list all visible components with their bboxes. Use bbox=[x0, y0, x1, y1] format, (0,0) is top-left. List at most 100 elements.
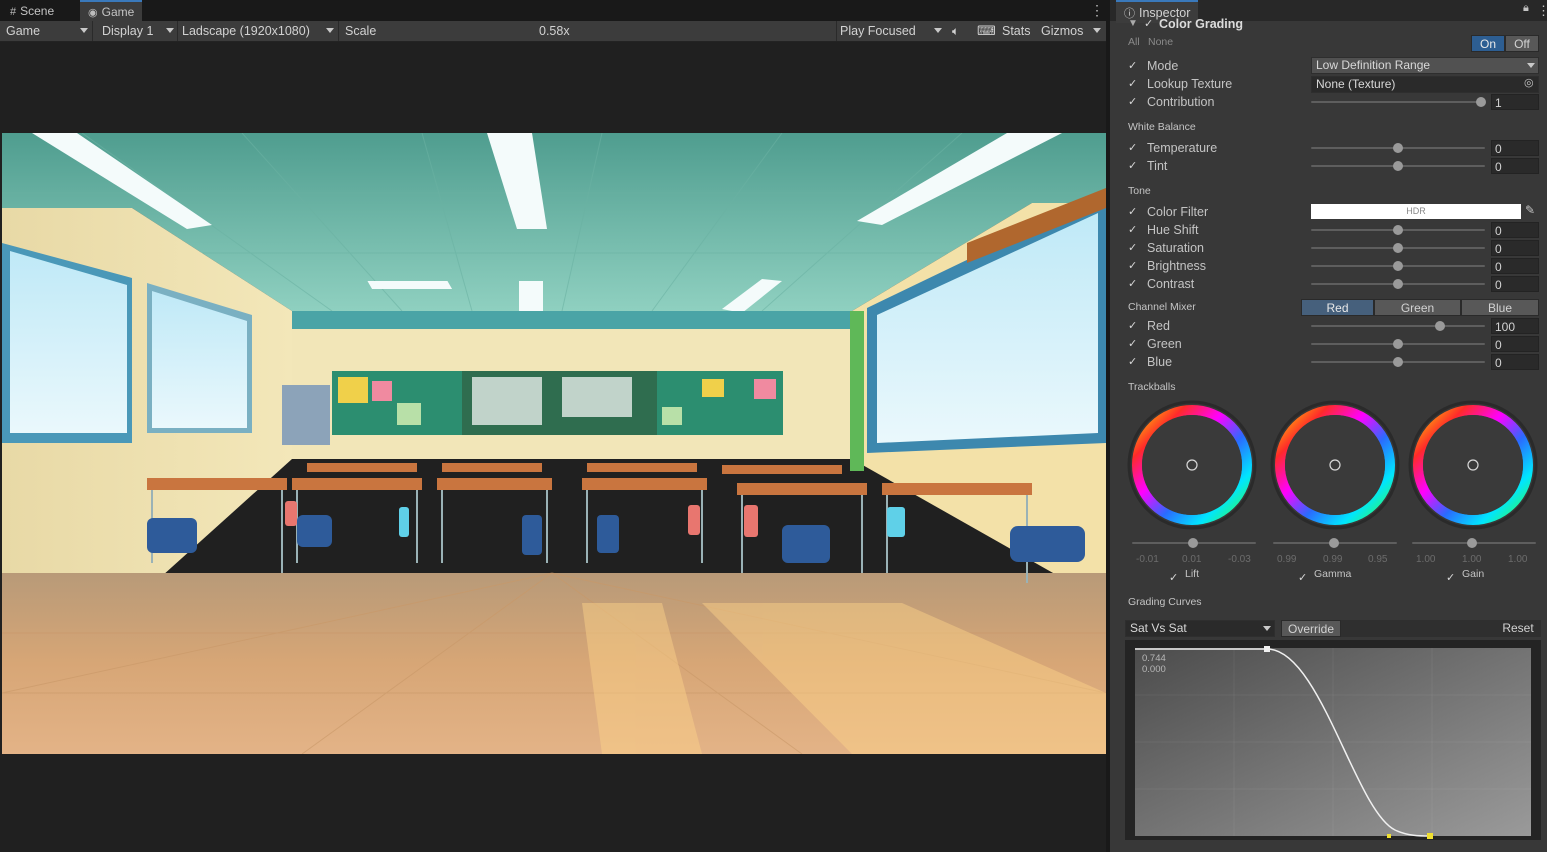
hue-shift-checkbox[interactable]: ✓ bbox=[1128, 225, 1138, 236]
hue-shift-slider-handle[interactable] bbox=[1393, 225, 1403, 235]
section-white-balance: White Balance bbox=[1128, 121, 1196, 133]
mode-dropdown[interactable]: Low Definition Range bbox=[1311, 57, 1539, 74]
trackball-wheels[interactable] bbox=[1125, 397, 1545, 537]
mixer-red-checkbox[interactable]: ✓ bbox=[1128, 321, 1138, 332]
section-grading-curves: Grading Curves bbox=[1128, 596, 1202, 608]
lock-icon[interactable]: 🔒︎ bbox=[1523, 2, 1529, 15]
temperature-slider-handle[interactable] bbox=[1393, 143, 1403, 153]
contribution-slider[interactable] bbox=[1311, 101, 1485, 103]
mixer-green-slider-handle[interactable] bbox=[1393, 339, 1403, 349]
gain-checkbox[interactable]: ✓ bbox=[1446, 573, 1456, 584]
channel-tab-blue[interactable]: Blue bbox=[1461, 299, 1539, 316]
chevron-down-icon bbox=[934, 28, 942, 33]
lift-checkbox[interactable]: ✓ bbox=[1169, 573, 1179, 584]
contribution-checkbox[interactable]: ✓ bbox=[1128, 97, 1138, 108]
channel-tab-red[interactable]: Red bbox=[1301, 299, 1374, 316]
lift-slider-handle[interactable] bbox=[1188, 538, 1198, 548]
mixer-blue-slider-handle[interactable] bbox=[1393, 357, 1403, 367]
gain-slider-handle[interactable] bbox=[1467, 538, 1477, 548]
channel-tab-green[interactable]: Green bbox=[1374, 299, 1461, 316]
lookup-texture-field[interactable]: None (Texture) bbox=[1311, 76, 1539, 93]
foldout-arrow-icon[interactable]: ▼ bbox=[1128, 18, 1138, 29]
curve-readout-x: 0.744 bbox=[1142, 653, 1166, 664]
gamma-checkbox[interactable]: ✓ bbox=[1298, 573, 1308, 584]
divider bbox=[92, 21, 93, 41]
mixer-green-checkbox[interactable]: ✓ bbox=[1128, 339, 1138, 350]
editor-tab-bar: # Scene ◉ Game ⋮ bbox=[0, 0, 1106, 21]
gain-trackball[interactable] bbox=[1408, 400, 1538, 530]
brightness-slider-handle[interactable] bbox=[1393, 261, 1403, 271]
lift-value-r: -0.01 bbox=[1136, 554, 1159, 565]
resolution-dropdown[interactable]: Ladscape (1920x1080) bbox=[182, 21, 310, 41]
contrast-value[interactable]: 0 bbox=[1491, 276, 1539, 292]
contrast-checkbox[interactable]: ✓ bbox=[1128, 279, 1138, 290]
scene-grid-icon: # bbox=[10, 6, 17, 18]
chevron-down-icon bbox=[166, 28, 174, 33]
kebab-menu-icon[interactable]: ⋮ bbox=[1537, 3, 1547, 19]
saturation-slider-handle[interactable] bbox=[1393, 243, 1403, 253]
tab-scene[interactable]: # Scene bbox=[2, 1, 62, 21]
tint-value[interactable]: 0 bbox=[1491, 158, 1539, 174]
game-render-classroom bbox=[2, 133, 1106, 754]
color-filter-label: Color Filter bbox=[1147, 205, 1209, 219]
mixer-blue-checkbox[interactable]: ✓ bbox=[1128, 357, 1138, 368]
mixer-red-value[interactable]: 100 bbox=[1491, 318, 1539, 334]
contribution-value[interactable]: 1 bbox=[1491, 94, 1539, 110]
select-all-link[interactable]: All bbox=[1128, 36, 1140, 48]
mixer-red-slider[interactable] bbox=[1311, 325, 1485, 327]
curve-select-dropdown[interactable]: Sat Vs Sat bbox=[1125, 620, 1275, 637]
curve-toolbar-spacer bbox=[1341, 620, 1501, 637]
saturation-value[interactable]: 0 bbox=[1491, 240, 1539, 256]
lookup-checkbox[interactable]: ✓ bbox=[1128, 79, 1138, 90]
lift-trackball[interactable] bbox=[1127, 400, 1257, 530]
section-trackballs: Trackballs bbox=[1128, 381, 1176, 393]
speaker-icon[interactable]: 🔈︎ bbox=[952, 21, 959, 41]
gamma-value-g: 0.99 bbox=[1323, 554, 1343, 565]
target-icon[interactable]: ◎ bbox=[1524, 76, 1534, 89]
tint-label: Tint bbox=[1147, 159, 1168, 173]
hue-shift-value[interactable]: 0 bbox=[1491, 222, 1539, 238]
gain-label: Gain bbox=[1462, 568, 1485, 580]
play-mode-dropdown[interactable]: Play Focused bbox=[840, 21, 916, 41]
keyboard-icon[interactable]: ⌨︎ bbox=[977, 21, 996, 41]
mixer-blue-value[interactable]: 0 bbox=[1491, 354, 1539, 370]
grading-curve-editor[interactable] bbox=[1125, 640, 1541, 840]
mode-checkbox[interactable]: ✓ bbox=[1128, 61, 1138, 72]
kebab-menu-icon[interactable]: ⋮ bbox=[1090, 2, 1104, 19]
contrast-slider-handle[interactable] bbox=[1393, 279, 1403, 289]
stats-button[interactable]: Stats bbox=[1002, 21, 1031, 41]
select-none-link[interactable]: None bbox=[1148, 36, 1173, 48]
color-filter-swatch[interactable]: HDR bbox=[1311, 204, 1521, 219]
lift-value-b: -0.03 bbox=[1228, 554, 1251, 565]
on-button[interactable]: On bbox=[1471, 35, 1505, 52]
lookup-label: Lookup Texture bbox=[1147, 77, 1233, 91]
display-dropdown[interactable]: Display 1 bbox=[102, 21, 153, 41]
gamma-trackball[interactable] bbox=[1270, 400, 1400, 530]
gizmos-button[interactable]: Gizmos bbox=[1041, 21, 1083, 41]
eyedropper-icon[interactable]: ✎ bbox=[1525, 203, 1535, 217]
divider bbox=[177, 21, 178, 41]
saturation-checkbox[interactable]: ✓ bbox=[1128, 243, 1138, 254]
section-channel-mixer: Channel Mixer bbox=[1128, 301, 1196, 313]
mixer-green-value[interactable]: 0 bbox=[1491, 336, 1539, 352]
tint-checkbox[interactable]: ✓ bbox=[1128, 161, 1138, 172]
override-button[interactable]: Override bbox=[1281, 620, 1341, 637]
temperature-value[interactable]: 0 bbox=[1491, 140, 1539, 156]
divider bbox=[338, 21, 339, 41]
saturation-label: Saturation bbox=[1147, 241, 1204, 255]
gamma-slider-handle[interactable] bbox=[1329, 538, 1339, 548]
component-enabled-checkbox[interactable]: ✓ bbox=[1144, 19, 1154, 30]
mixer-red-slider-handle[interactable] bbox=[1435, 321, 1445, 331]
off-button[interactable]: Off bbox=[1505, 35, 1539, 52]
brightness-value[interactable]: 0 bbox=[1491, 258, 1539, 274]
temperature-checkbox[interactable]: ✓ bbox=[1128, 143, 1138, 154]
contribution-slider-handle[interactable] bbox=[1476, 97, 1486, 107]
color-filter-checkbox[interactable]: ✓ bbox=[1128, 207, 1138, 218]
chevron-down-icon bbox=[1093, 28, 1101, 33]
component-title: Color Grading bbox=[1159, 17, 1244, 31]
tab-game[interactable]: ◉ Game bbox=[80, 0, 143, 21]
tint-slider-handle[interactable] bbox=[1393, 161, 1403, 171]
game-view-dropdown[interactable]: Game bbox=[6, 21, 40, 41]
brightness-checkbox[interactable]: ✓ bbox=[1128, 261, 1138, 272]
reset-button[interactable]: Reset bbox=[1495, 620, 1541, 637]
